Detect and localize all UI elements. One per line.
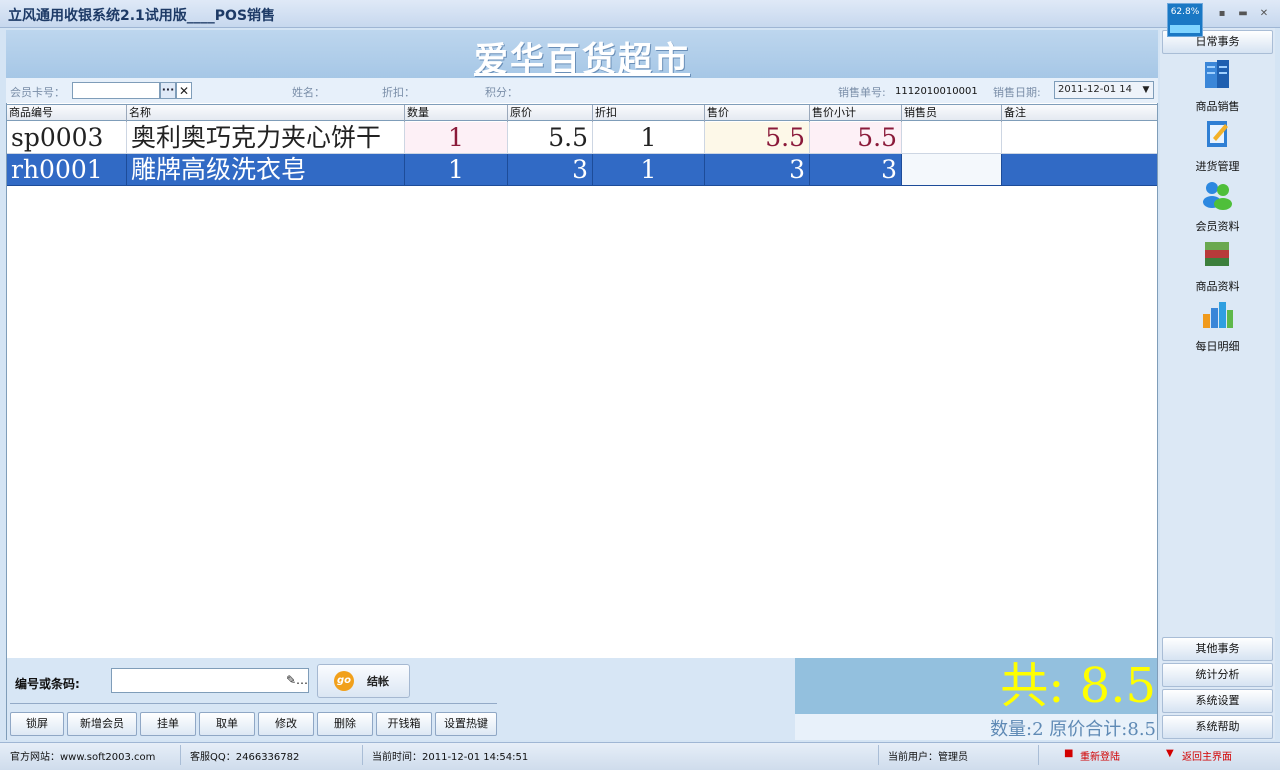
current-user: 当前用户：管理员 — [888, 752, 968, 763]
cell-sale-price: 3 — [705, 154, 810, 186]
barcode-input[interactable] — [111, 668, 309, 693]
sidebar-item-members[interactable]: 会员资料 — [1162, 178, 1273, 236]
cell-discount[interactable]: 1 — [593, 122, 705, 154]
sidebar-item-products[interactable]: 商品资料 — [1162, 238, 1273, 296]
table-row[interactable]: sp0003 奥利奥巧克力夹心饼干 1 5.5 1 5.5 5.5 — [7, 122, 1157, 154]
add-member-button[interactable]: 新增会员 — [67, 712, 137, 736]
hotkey-settings-button[interactable]: 设置热键 — [435, 712, 497, 736]
cell-note[interactable] — [1002, 154, 1157, 186]
cell-code: sp0003 — [7, 122, 127, 154]
divider — [10, 703, 497, 704]
checkout-button[interactable] — [317, 664, 410, 698]
column-header-name[interactable]: 名称 — [127, 105, 405, 122]
stop-square-icon: ■ — [1064, 748, 1074, 759]
cell-discount[interactable]: 1 — [593, 154, 705, 186]
cell-sale-price: 5.5 — [705, 122, 810, 154]
cell-note[interactable] — [1002, 122, 1157, 154]
bar-chart-icon — [1203, 302, 1233, 328]
order-number-value: 1112010010001 — [895, 86, 978, 97]
sidebar-item-purchase[interactable]: 进货管理 — [1162, 118, 1273, 176]
column-header-discount[interactable]: 折扣 — [593, 105, 705, 122]
minimize-button[interactable]: ▪ — [1216, 8, 1228, 20]
sidebar-item-label: 进货管理 — [1195, 160, 1240, 173]
sale-date-label: 销售日期: — [993, 86, 1041, 99]
cpu-meter-widget: 62.8% — [1167, 3, 1203, 37]
column-header-seller[interactable]: 销售员 — [902, 105, 1002, 122]
notepad-icon — [1207, 121, 1228, 147]
column-header-subtotal[interactable]: 售价小计 — [810, 105, 902, 122]
sidebar-section-other[interactable]: 其他事务 — [1162, 637, 1273, 661]
checkout-label: 结帐 — [367, 675, 389, 688]
back-to-main-button[interactable]: 返回主界面 — [1182, 748, 1232, 763]
column-header-qty[interactable]: 数量 — [405, 105, 508, 122]
window-title: 立风通用收银系统2.1试用版____POS销售 — [8, 8, 276, 24]
delete-button[interactable]: 删除 — [317, 712, 373, 736]
sidebar-item-label: 商品销售 — [1195, 100, 1240, 113]
cell-qty[interactable]: 1 — [405, 154, 508, 186]
member-discount-label: 折扣： — [382, 86, 415, 99]
card-lookup-button[interactable]: ··· — [160, 82, 176, 99]
books-icon — [1205, 242, 1229, 266]
cell-qty[interactable]: 1 — [405, 122, 508, 154]
column-header-note[interactable]: 备注 — [1002, 105, 1157, 122]
support-qq: 客服QQ：2466336782 — [190, 752, 300, 763]
barcode-label: 编号或条码: — [15, 677, 80, 691]
summary-text: 数量:2 原价合计:8.5 — [990, 719, 1156, 740]
divider — [1038, 745, 1039, 765]
product-search-icon[interactable]: ✎… — [286, 670, 308, 690]
close-window-button[interactable]: ✕ — [1258, 8, 1270, 20]
cell-name: 雕牌高级洗衣皂 — [127, 154, 405, 186]
website-link[interactable]: 官方网站：www.soft2003.com — [10, 748, 155, 763]
sidebar-item-sales[interactable]: 商品销售 — [1162, 58, 1273, 116]
store-banner: 爱华百货超市 — [6, 30, 1158, 80]
chevron-down-icon[interactable]: ▼ — [1139, 82, 1153, 98]
member-points-label: 积分： — [485, 86, 518, 99]
sidebar-item-label: 商品资料 — [1195, 280, 1240, 293]
retrieve-order-button[interactable]: 取单 — [199, 712, 255, 736]
lock-screen-button[interactable]: 锁屏 — [10, 712, 64, 736]
maximize-button[interactable]: ▬ — [1237, 8, 1249, 20]
sidebar-section-settings[interactable]: 系统设置 — [1162, 689, 1273, 713]
edit-button[interactable]: 修改 — [258, 712, 314, 736]
cell-price: 3 — [508, 154, 593, 186]
sidebar-item-daily-detail[interactable]: 每日明细 — [1162, 298, 1273, 356]
cell-subtotal: 3 — [810, 154, 902, 186]
card-clear-button[interactable]: ✕ — [176, 82, 192, 99]
cell-price: 5.5 — [508, 122, 593, 154]
cell-subtotal: 5.5 — [810, 122, 902, 154]
total-amount: 共: 8.5 — [1000, 658, 1156, 714]
divider — [878, 745, 879, 765]
cpu-meter-value: 62.8% — [1170, 7, 1200, 17]
cell-name: 奥利奥巧克力夹心饼干 — [127, 122, 405, 154]
cpu-meter-bar — [1170, 25, 1200, 33]
sidebar-section-stats[interactable]: 统计分析 — [1162, 663, 1273, 687]
member-name-label: 姓名： — [292, 86, 325, 99]
sale-date-value: 2011-12-01 14 — [1058, 84, 1133, 95]
column-header-price[interactable]: 原价 — [508, 105, 593, 122]
sidebar-item-label: 每日明细 — [1195, 340, 1240, 353]
building-icon — [1205, 60, 1229, 88]
cell-seller-editing[interactable] — [902, 154, 1002, 186]
current-time: 当前时间：2011-12-01 14:54:51 — [372, 752, 529, 763]
sidebar-section-help[interactable]: 系统帮助 — [1162, 715, 1273, 739]
cell-seller[interactable] — [902, 122, 1002, 154]
go-icon: go — [334, 671, 354, 691]
divider — [362, 745, 363, 765]
hold-order-button[interactable]: 挂单 — [140, 712, 196, 736]
triangle-down-icon: ▼ — [1166, 748, 1174, 759]
column-header-sale-price[interactable]: 售价 — [705, 105, 810, 122]
cell-code: rh0001 — [7, 154, 127, 186]
card-number-label: 会员卡号： — [10, 86, 65, 99]
column-header-code[interactable]: 商品编号 — [7, 105, 127, 122]
relogin-button[interactable]: 重新登陆 — [1080, 748, 1120, 763]
order-number-label: 销售单号: — [838, 86, 886, 99]
grid-header: 商品编号 名称 数量 原价 折扣 售价 售价小计 销售员 备注 — [7, 104, 1157, 122]
table-row-selected[interactable]: rh0001 雕牌高级洗衣皂 1 3 1 3 3 — [7, 154, 1157, 186]
member-card-input[interactable] — [72, 82, 160, 99]
divider — [180, 745, 181, 765]
sidebar-item-label: 会员资料 — [1195, 220, 1240, 233]
store-name: 爱华百货超市 — [474, 40, 690, 80]
users-icon — [1203, 182, 1232, 210]
open-cash-drawer-button[interactable]: 开钱箱 — [376, 712, 432, 736]
